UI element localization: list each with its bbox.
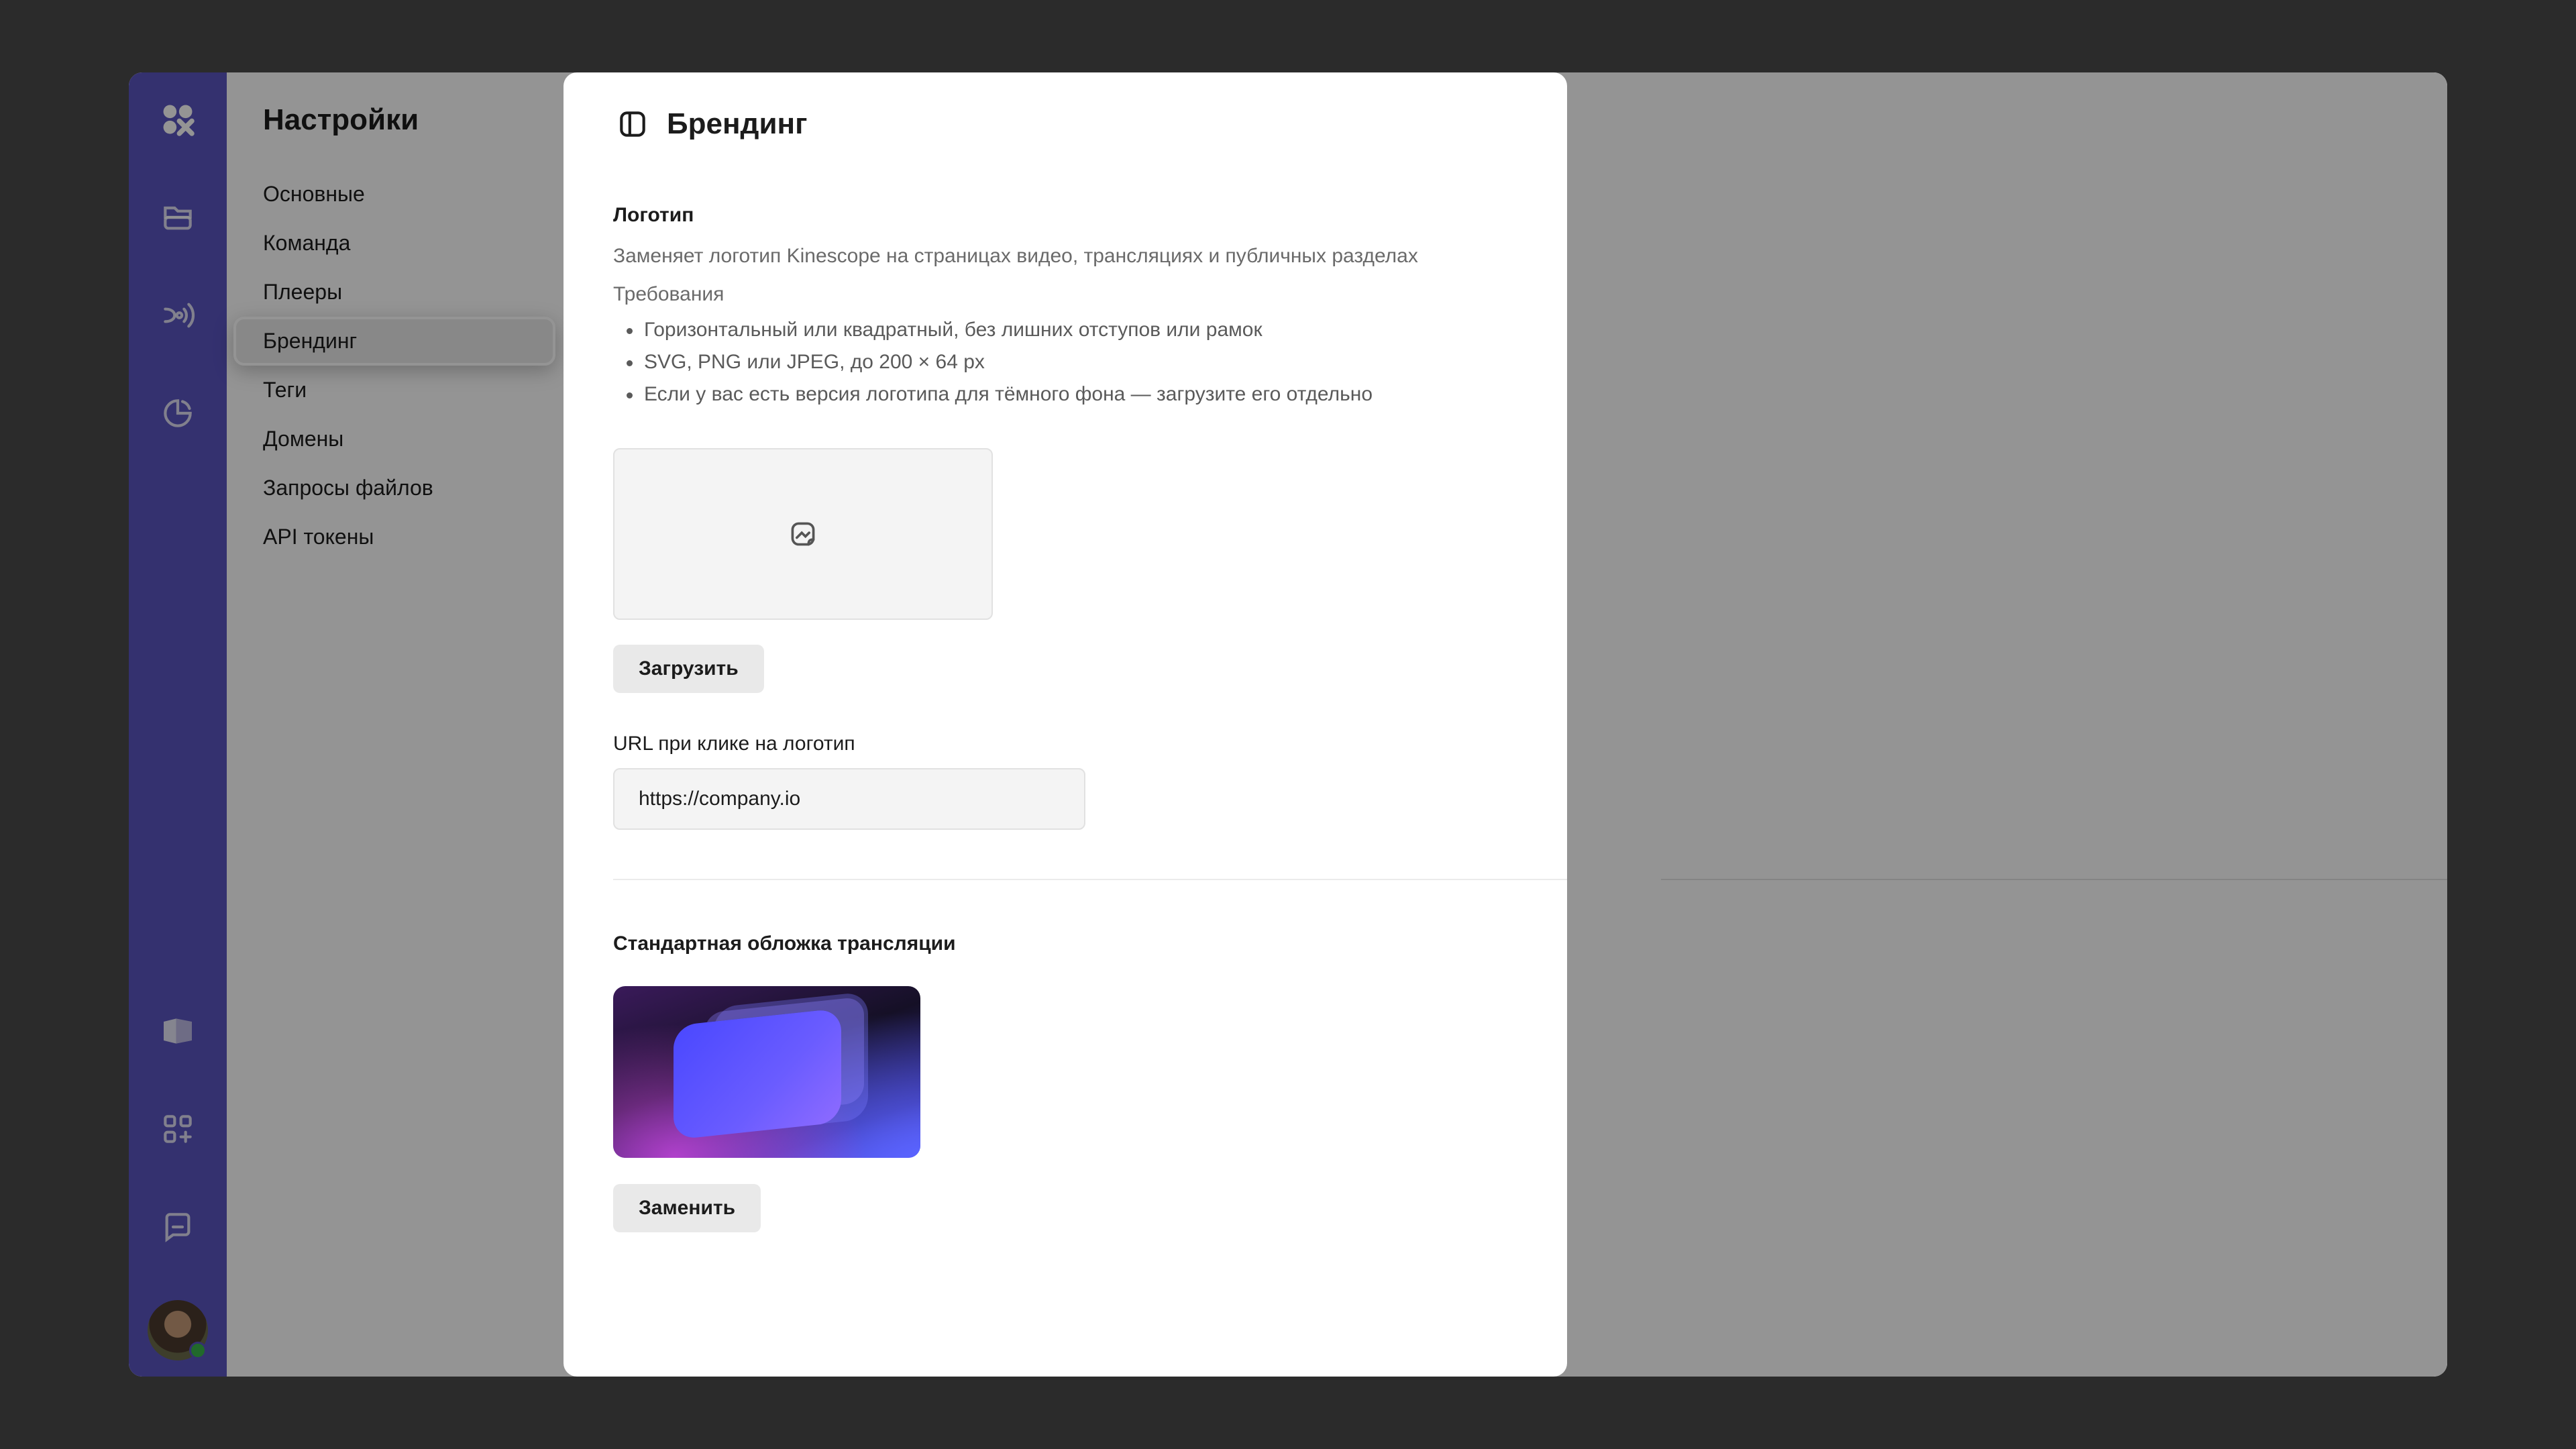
stream-cover-preview xyxy=(613,986,920,1158)
requirements-title: Требования xyxy=(613,283,724,305)
logo-section-title: Логотип xyxy=(613,204,694,226)
sidebar-toggle-icon[interactable] xyxy=(616,107,649,141)
panel-header: Брендинг xyxy=(616,107,807,141)
logo-dropzone[interactable] xyxy=(613,448,993,620)
image-placeholder-icon xyxy=(791,522,815,546)
requirement-item: Горизонтальный или квадратный, без лишни… xyxy=(613,314,1373,346)
upload-logo-button[interactable]: Загрузить xyxy=(613,645,764,693)
replace-cover-button[interactable]: Заменить xyxy=(613,1184,761,1232)
logo-description: Заменяет логотип Kinescope на страницах … xyxy=(613,245,1418,267)
section-divider xyxy=(613,879,1567,880)
panel-title: Брендинг xyxy=(667,107,808,140)
cover-shape-front xyxy=(674,1008,841,1140)
cover-section-title: Стандартная обложка трансляции xyxy=(613,932,956,955)
requirements-list: Горизонтальный или квадратный, без лишни… xyxy=(613,314,1373,411)
branding-panel: Брендинг Логотип Заменяет логотип Kinesc… xyxy=(564,72,1567,1377)
url-field-label: URL при клике на логотип xyxy=(613,733,855,755)
logo-url-input[interactable] xyxy=(613,768,1085,830)
requirement-item: Если у вас есть версия логотипа для тёмн… xyxy=(613,378,1373,411)
requirement-item: SVG, PNG или JPEG, до 200 × 64 px xyxy=(613,346,1373,378)
